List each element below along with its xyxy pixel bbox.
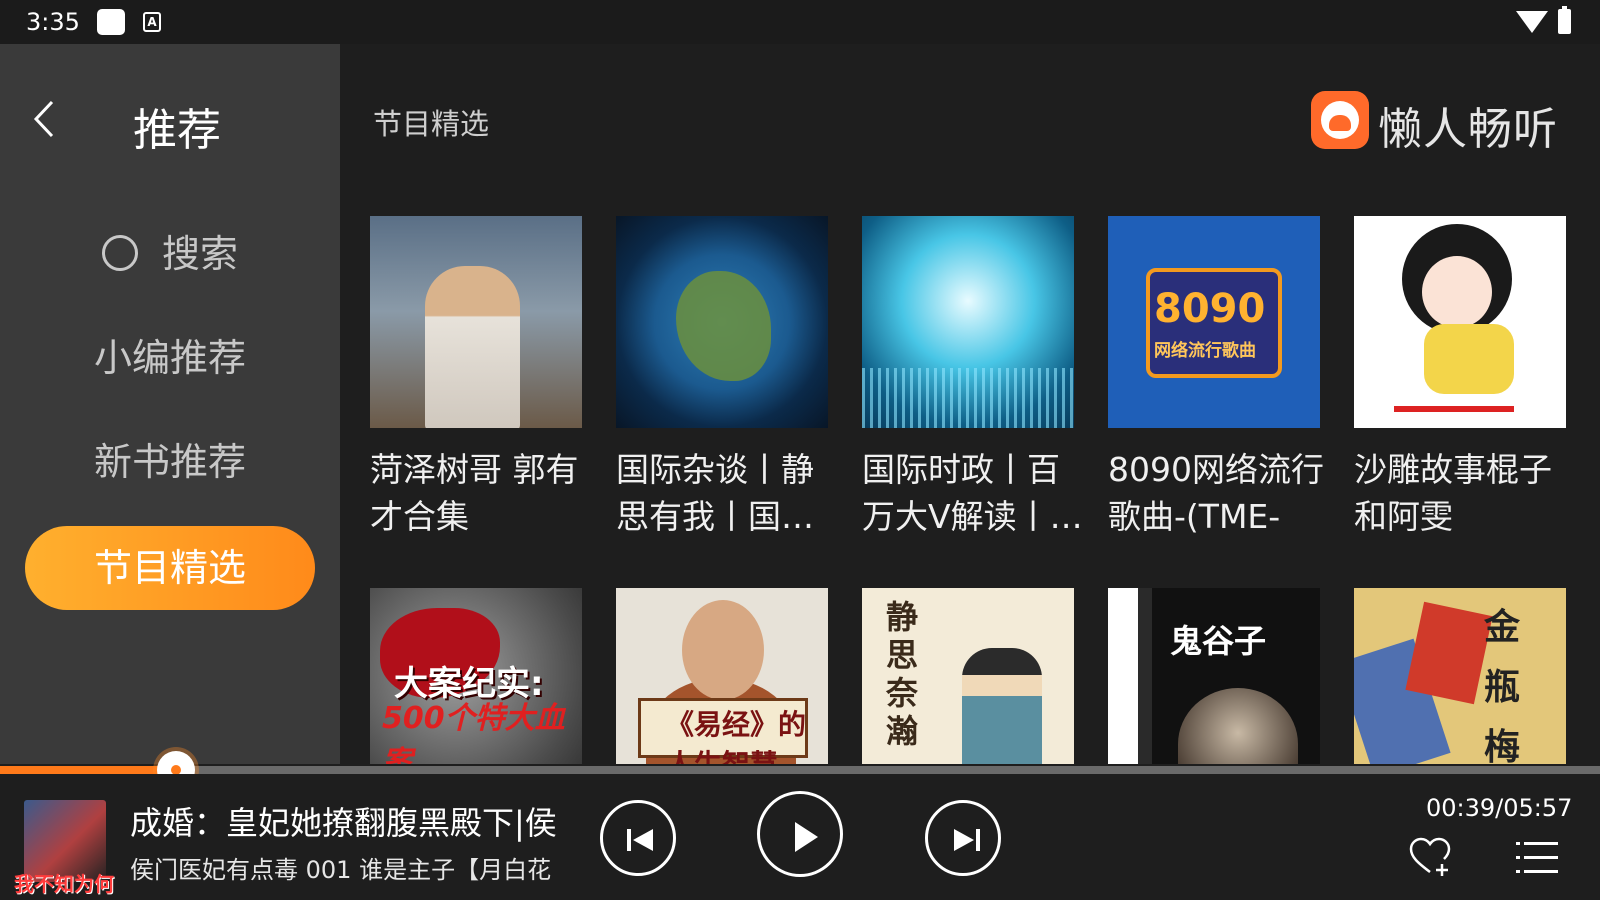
program-cover: 大案纪实: 500个特大血案 [370,588,582,764]
app-logo-icon [1311,91,1369,149]
cover-text: 8090 [1154,286,1266,332]
program-card[interactable]: 国际时政丨百万大V解读丨… [862,216,1083,540]
status-time: 3:35 [26,8,80,36]
program-cover [862,216,1074,428]
program-card[interactable]: 大案纪实: 500个特大血案 [370,588,582,764]
program-card[interactable]: 国际杂谈丨静思有我丨国… [616,216,828,540]
cover-text: 金瓶梅 [1484,607,1521,764]
program-cover: 《易经》的人生智慧 [616,588,828,764]
program-card[interactable]: 鬼谷子 [1108,588,1320,764]
program-card[interactable]: 静思奈瀚 [862,588,1074,764]
progress-track[interactable] [0,766,1600,774]
program-title: 国际杂谈丨静思有我丨国… [616,450,814,536]
status-bar: 3:35 A [0,0,1600,44]
sidebar-item-label: 小编推荐 [93,336,246,380]
cover-text: 静思奈瀚 [886,598,919,750]
program-cover [1354,216,1566,428]
program-card[interactable]: 《易经》的人生智慧 [616,588,828,764]
program-title: 国际时政丨百万大V解读丨… [862,450,1083,536]
play-icon [795,822,818,852]
playback-time: 00:39/05:57 [1426,794,1573,822]
sidebar-item-editor-picks[interactable]: 小编推荐 [25,316,315,400]
program-cover [370,216,582,428]
sidebar-item-featured-programs[interactable]: 节目精选 [25,526,315,610]
back-arrow-icon[interactable] [30,94,60,155]
program-card[interactable]: 菏泽树哥 郭有才合集 [370,216,582,540]
cover-text: 鬼谷子 [1170,622,1267,660]
keyboard-indicator-icon: A [143,12,161,32]
previous-track-icon [627,829,653,851]
program-card[interactable]: 金瓶梅 [1354,588,1566,764]
sidebar-item-label: 搜索 [161,232,238,276]
program-card[interactable]: 沙雕故事棍子和阿雯 [1354,216,1566,540]
track-subtitle: 侯门医妃有点毒 001 谁是主子【月白花 [130,856,552,884]
program-title: 菏泽树哥 郭有才合集 [370,450,579,536]
program-card[interactable]: 8090 网络流行歌曲 8090网络流行歌曲-(TME-S… [1108,216,1324,540]
progress-fill [0,766,176,774]
favorite-add-icon [1409,837,1451,876]
next-track-button[interactable] [925,800,1001,876]
program-cover: 鬼谷子 [1108,588,1320,764]
sidebar-item-label: 新书推荐 [93,440,246,484]
mini-player: 我不知为何 成婚：皇妃她撩翻腹黑殿下|侯 侯门医妃有点毒 001 谁是主子【月白… [0,774,1600,900]
thumbnail-caption: 我不知为何 [14,872,114,896]
notification-icon [97,9,125,35]
program-cover: 金瓶梅 [1354,588,1566,764]
play-button[interactable] [757,791,843,877]
cover-text: 《易经》的人生智慧 [666,708,807,764]
program-title: 沙雕故事棍子和阿雯 [1354,450,1552,536]
cover-subtext: 网络流行歌曲 [1154,341,1256,361]
program-cover: 静思奈瀚 [862,588,1074,764]
track-title: 成婚：皇妃她撩翻腹黑殿下|侯 [130,804,557,842]
next-track-icon [954,829,980,851]
program-cover [616,216,828,428]
section-title: 节目精选 [373,107,490,141]
battery-icon [1558,6,1571,34]
previous-track-button[interactable] [600,800,676,876]
sidebar-item-label: 节目精选 [93,546,246,590]
app-logo-text: 懒人畅听 [1378,104,1558,155]
sidebar: 推荐 搜索 小编推荐 新书推荐 节目精选 [0,44,340,764]
search-icon [101,234,138,271]
program-title: 8090网络流行歌曲-(TME-S… [1108,450,1324,536]
wifi-icon [1516,11,1548,33]
sidebar-item-search[interactable]: 搜索 [25,212,315,296]
page-title: 推荐 [133,105,221,156]
playlist-icon [1516,842,1558,873]
playlist-button[interactable] [1516,840,1558,876]
sidebar-item-new-books[interactable]: 新书推荐 [25,420,315,504]
cover-subtext: 500个特大血案 [382,701,565,764]
program-cover: 8090 网络流行歌曲 [1108,216,1320,428]
favorite-add-button[interactable] [1408,836,1452,878]
